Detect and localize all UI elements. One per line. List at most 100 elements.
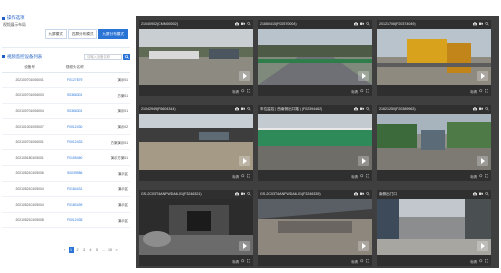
quality-label[interactable]: 标清 bbox=[470, 259, 477, 264]
quality-label[interactable]: 标清 bbox=[351, 259, 358, 264]
camera-icon[interactable] bbox=[235, 22, 239, 26]
camera-icon[interactable] bbox=[354, 22, 358, 26]
video-cell[interactable]: 21040902(CMM00002) 标清 bbox=[139, 20, 253, 96]
quality-label[interactable]: 标清 bbox=[232, 259, 239, 264]
page-1[interactable]: 1 bbox=[68, 247, 74, 253]
video-cell[interactable]: 20121706(F20374049) 标清 bbox=[377, 20, 491, 96]
video-record-icon[interactable] bbox=[360, 192, 364, 196]
video-record-icon[interactable] bbox=[479, 192, 483, 196]
camera-name-link[interactable]: F0180439 bbox=[57, 196, 93, 213]
camera-name-link[interactable]: F0012433 bbox=[57, 134, 93, 151]
search-button[interactable] bbox=[123, 53, 130, 60]
zoom-icon[interactable] bbox=[247, 22, 251, 26]
refresh-icon[interactable] bbox=[360, 259, 364, 263]
play-control-button[interactable] bbox=[239, 241, 250, 251]
tab-nine-screen-split[interactable]: 九屏分布模式 bbox=[98, 29, 128, 39]
camera-icon[interactable] bbox=[354, 192, 358, 196]
table-row[interactable]: 202100701006001 F0012433 方案演示01 bbox=[2, 134, 130, 151]
video-record-icon[interactable] bbox=[360, 107, 364, 111]
zoom-icon[interactable] bbox=[366, 22, 370, 26]
video-frame[interactable] bbox=[377, 199, 491, 255]
table-row[interactable]: 202105210105008 F0012435 演示区 bbox=[2, 212, 130, 229]
quality-label[interactable]: 标清 bbox=[470, 89, 477, 94]
zoom-icon[interactable] bbox=[485, 22, 489, 26]
refresh-icon[interactable] bbox=[241, 89, 245, 93]
fullscreen-icon[interactable] bbox=[246, 259, 251, 263]
tab-four-screen-split[interactable]: 四屏分布模式 bbox=[67, 29, 98, 39]
video-frame[interactable] bbox=[258, 114, 372, 170]
table-row[interactable]: 202100701006004 S0366301 演示01 bbox=[2, 103, 130, 120]
camera-name-link[interactable]: F0012435 bbox=[57, 212, 93, 229]
video-frame[interactable] bbox=[377, 114, 491, 170]
refresh-icon[interactable] bbox=[241, 174, 245, 178]
play-control-button[interactable] bbox=[358, 156, 369, 166]
play-control-button[interactable] bbox=[239, 71, 250, 81]
page-3[interactable]: 3 bbox=[82, 247, 87, 253]
play-control-button[interactable] bbox=[477, 71, 488, 81]
prev-page-button[interactable]: ‹ bbox=[62, 247, 67, 253]
video-cell[interactable]: GS-2C03T4ANFWDA6-01(F3246339) 标清 bbox=[258, 190, 372, 266]
video-frame[interactable] bbox=[377, 29, 491, 85]
quality-label[interactable]: 标清 bbox=[232, 174, 239, 179]
fullscreen-icon[interactable] bbox=[365, 259, 370, 263]
video-cell[interactable]: 车位监控 | 西南侧出口路 | (F02394462) 标清 bbox=[258, 105, 372, 181]
video-record-icon[interactable] bbox=[241, 192, 245, 196]
device-search-input[interactable]: 请输入设备名称 bbox=[84, 53, 122, 60]
play-control-button[interactable] bbox=[239, 156, 250, 166]
fullscreen-icon[interactable] bbox=[484, 174, 489, 178]
video-record-icon[interactable] bbox=[479, 107, 483, 111]
video-cell[interactable]: GS-2C03T4ANFWDA6-01(F3246321) 标清 bbox=[139, 190, 253, 266]
camera-icon[interactable] bbox=[235, 192, 239, 196]
table-row[interactable]: 202105180105001 F0159460 演示方案01 bbox=[2, 149, 130, 167]
video-cell[interactable]: 21042949(F6604344) 标清 bbox=[139, 105, 253, 181]
video-cell[interactable]: 南侧出门口 标清 bbox=[377, 190, 491, 266]
quality-label[interactable]: 标清 bbox=[351, 89, 358, 94]
camera-name-link[interactable]: F0012430 bbox=[57, 118, 93, 135]
refresh-icon[interactable] bbox=[360, 89, 364, 93]
camera-name-link[interactable]: S0366301 bbox=[57, 87, 93, 104]
page-2[interactable]: 2 bbox=[75, 247, 80, 253]
video-record-icon[interactable] bbox=[241, 107, 245, 111]
camera-icon[interactable] bbox=[473, 107, 477, 111]
camera-name-link[interactable]: S0366301 bbox=[57, 103, 93, 120]
video-frame[interactable] bbox=[258, 29, 372, 85]
video-cell[interactable]: 21621250(F20389963) 标清 bbox=[377, 105, 491, 181]
quality-label[interactable]: 标清 bbox=[232, 89, 239, 94]
fullscreen-icon[interactable] bbox=[365, 89, 370, 93]
play-control-button[interactable] bbox=[358, 241, 369, 251]
fullscreen-icon[interactable] bbox=[246, 89, 251, 93]
fullscreen-icon[interactable] bbox=[246, 174, 251, 178]
video-frame[interactable] bbox=[258, 199, 372, 255]
zoom-icon[interactable] bbox=[366, 107, 370, 111]
camera-name-link[interactable]: F0127879 bbox=[57, 72, 93, 89]
refresh-icon[interactable] bbox=[479, 89, 483, 93]
video-record-icon[interactable] bbox=[360, 22, 364, 26]
fullscreen-icon[interactable] bbox=[484, 89, 489, 93]
camera-icon[interactable] bbox=[473, 192, 477, 196]
table-row[interactable]: 202100701006003 S0366301 方案01 bbox=[2, 87, 130, 104]
camera-icon[interactable] bbox=[235, 107, 239, 111]
video-frame[interactable] bbox=[139, 29, 253, 85]
video-frame[interactable] bbox=[139, 199, 253, 255]
video-record-icon[interactable] bbox=[241, 22, 245, 26]
zoom-icon[interactable] bbox=[247, 107, 251, 111]
play-control-button[interactable] bbox=[477, 156, 488, 166]
camera-icon[interactable] bbox=[354, 107, 358, 111]
table-row[interactable]: 202105210105004 F0180439 演示区 bbox=[2, 196, 130, 213]
quality-label[interactable]: 标清 bbox=[351, 174, 358, 179]
refresh-icon[interactable] bbox=[360, 174, 364, 178]
page-5[interactable]: 5 bbox=[95, 247, 100, 253]
page-4[interactable]: 4 bbox=[88, 247, 93, 253]
camera-name-link[interactable]: F0184431 bbox=[57, 181, 93, 198]
table-row[interactable]: 202101001005007 F0012430 演示02 bbox=[2, 118, 130, 135]
zoom-icon[interactable] bbox=[247, 192, 251, 196]
zoom-icon[interactable] bbox=[366, 192, 370, 196]
camera-name-link[interactable]: F0159460 bbox=[57, 149, 93, 167]
video-record-icon[interactable] bbox=[479, 22, 483, 26]
video-cell[interactable]: 21650410(F02570004) 标清 bbox=[258, 20, 372, 96]
video-frame[interactable] bbox=[139, 114, 253, 170]
camera-icon[interactable] bbox=[473, 22, 477, 26]
refresh-icon[interactable] bbox=[479, 259, 483, 263]
refresh-icon[interactable] bbox=[241, 259, 245, 263]
quality-label[interactable]: 标清 bbox=[470, 174, 477, 179]
